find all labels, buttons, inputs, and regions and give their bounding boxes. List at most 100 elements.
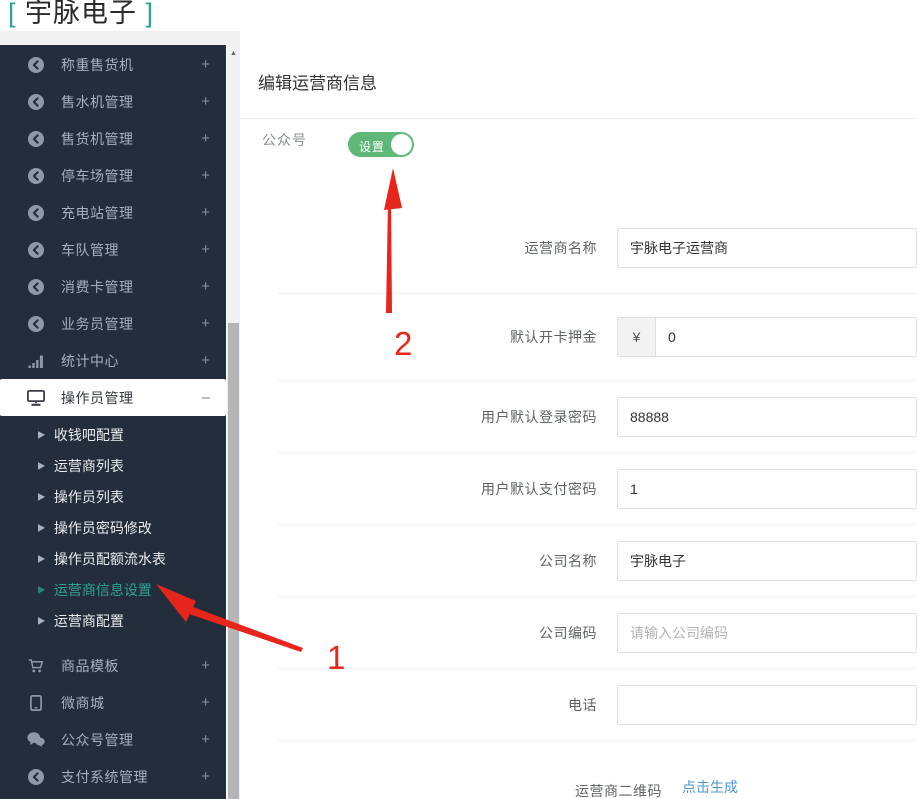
circle-chevron-icon: [26, 241, 46, 258]
default-login-password-input[interactable]: [617, 396, 917, 437]
sidebar-item-charging-station[interactable]: 充电站管理 +: [0, 194, 226, 231]
circle-chevron-icon: [26, 167, 46, 184]
sidebar-item-fleet[interactable]: 车队管理 +: [0, 231, 226, 268]
default-card-deposit-input[interactable]: [655, 317, 917, 357]
sidebar-item-label: 统计中心: [61, 352, 119, 369]
operator-name-label: 运营商名称: [524, 240, 597, 256]
operator-name-input[interactable]: [617, 228, 917, 268]
wechat-setup-toggle[interactable]: 设置: [348, 132, 414, 157]
sidebar-item-label: 称重售货机: [61, 56, 134, 73]
company-code-field: [617, 612, 917, 653]
circle-chevron-icon: [26, 278, 46, 295]
page-title: 编辑运营商信息: [258, 74, 377, 93]
cart-icon: [26, 658, 46, 674]
sidebar-subitem-operator-password[interactable]: ▶ 操作员密码修改: [0, 512, 226, 543]
sidebar-item-operator-manage[interactable]: 操作员管理 –: [0, 379, 226, 416]
sidebar-subitem-label: 操作员配额流水表: [53, 550, 166, 567]
sidebar-item-official-account[interactable]: 公众号管理 +: [0, 721, 226, 758]
expand-plus-icon: +: [201, 241, 210, 258]
caret-right-icon: ▶: [38, 614, 45, 626]
wechat-icon: [26, 732, 46, 747]
sidebar-item-water-vending[interactable]: 售水机管理 +: [0, 83, 226, 120]
sidebar-nav: 称重售货机 + 售水机管理 + 售货机管理 + 停车场管理 + 充电站管理 + 车队管理 + 消费卡管理…: [0, 45, 226, 795]
default-pay-password-label: 用户默认支付密码: [481, 480, 597, 497]
expand-plus-icon: +: [201, 204, 210, 221]
default-card-deposit-label: 默认开卡押金: [510, 329, 597, 345]
expand-plus-icon: +: [201, 352, 210, 369]
sidebar-subitem-operator-config[interactable]: ▶ 运营商配置: [0, 605, 226, 636]
scrollbar-up-icon[interactable]: ▲: [227, 45, 240, 61]
company-name-label: 公司名称: [539, 552, 597, 569]
currency-yen-addon: ¥: [617, 317, 655, 357]
caret-right-icon: ▶: [38, 521, 45, 533]
form-row-default-login-password: 用户默认登录密码: [278, 380, 917, 452]
sidebar-subitem-label: 运营商列表: [53, 457, 124, 474]
expand-plus-icon: +: [201, 315, 210, 332]
form-row-default-pay-password: 用户默认支付密码: [278, 452, 917, 524]
monitor-icon: [26, 389, 46, 406]
generate-qrcode-link[interactable]: 点击生成: [682, 777, 738, 797]
company-code-label: 公司编码: [539, 624, 597, 641]
sidebar-subitem-label: 收钱吧配置: [53, 426, 124, 443]
phone-icon: [26, 694, 46, 711]
sidebar-item-label: 业务员管理: [61, 315, 134, 332]
form-row-company-code: 公司编码: [278, 596, 917, 668]
circle-chevron-icon: [26, 315, 46, 332]
sidebar-item-label: 支付系统管理: [61, 768, 148, 785]
toggle-knob-icon: [391, 134, 412, 155]
toggle-label: 设置: [359, 140, 386, 154]
caret-right-icon: ▶: [38, 428, 45, 440]
app-page: [ 宇脉电子 ] 称重售货机 + 售水机管理 + 售货机管理 + 停车场管理 + 充电站管理 + 车…: [0, 0, 917, 799]
scrollbar-thumb[interactable]: [228, 323, 239, 799]
sidebar-item-payment-system[interactable]: 支付系统管理 +: [0, 758, 226, 795]
default-login-password-field: [617, 396, 917, 437]
company-code-input[interactable]: [617, 612, 917, 653]
form-row-phone: 电话: [278, 668, 917, 740]
circle-chevron-icon: [26, 768, 46, 785]
sidebar-item-label: 微商城: [61, 694, 105, 711]
circle-chevron-icon: [26, 204, 46, 221]
circle-chevron-icon: [26, 56, 46, 73]
title-divider: [240, 118, 917, 119]
sidebar-item-vending[interactable]: 售货机管理 +: [0, 120, 226, 157]
company-name-input[interactable]: [617, 540, 917, 581]
sidebar-item-parking[interactable]: 停车场管理 +: [0, 157, 226, 194]
bar-chart-icon: [26, 353, 46, 369]
caret-right-icon: ▶: [38, 583, 45, 595]
sidebar-subitem-label: 运营商配置: [53, 612, 124, 629]
operator-info-form: 运营商名称默认开卡押金 ¥ 用户默认登录密码用户默认支付密码公司名称公司编码电话运营…: [278, 203, 917, 799]
default-login-password-label: 用户默认登录密码: [481, 408, 597, 425]
sidebar-item-goods-template[interactable]: 商品模板 +: [0, 647, 226, 684]
caret-right-icon: ▶: [38, 490, 45, 502]
header-divider: [0, 31, 240, 45]
sidebar-item-label: 商品模板: [61, 657, 119, 674]
sidebar-item-salesman[interactable]: 业务员管理 +: [0, 305, 226, 342]
sidebar-subitem-operator-info-setting[interactable]: ▶ 运营商信息设置: [0, 574, 226, 605]
sidebar-item-label: 停车场管理: [61, 167, 134, 184]
form-row-operator-qrcode: 运营商二维码 点击生成: [278, 740, 917, 799]
sidebar-item-weighing-vending[interactable]: 称重售货机 +: [0, 46, 226, 83]
expand-plus-icon: +: [201, 657, 210, 674]
sidebar-subitem-shouqianba-config[interactable]: ▶ 收钱吧配置: [0, 419, 226, 450]
caret-right-icon: ▶: [38, 552, 45, 564]
expand-plus-icon: +: [201, 130, 210, 147]
sidebar-subitem-operator-quota-flow[interactable]: ▶ 操作员配额流水表: [0, 543, 226, 574]
collapse-minus-icon: –: [201, 389, 210, 406]
brand-logo-text: [ 宇脉电子 ]: [8, 0, 155, 28]
sidebar-item-label: 操作员管理: [61, 389, 134, 406]
expand-plus-icon: +: [201, 93, 210, 110]
sidebar-subitem-operator-company-list[interactable]: ▶ 运营商列表: [0, 450, 226, 481]
sidebar-item-micro-mall[interactable]: 微商城 +: [0, 684, 226, 721]
sidebar-subitem-operator-list[interactable]: ▶ 操作员列表: [0, 481, 226, 512]
default-pay-password-input[interactable]: [617, 468, 917, 509]
phone-field: [617, 684, 917, 725]
phone-input[interactable]: [617, 684, 917, 725]
expand-plus-icon: +: [201, 56, 210, 73]
default-pay-password-field: [617, 468, 917, 509]
sidebar-scrollbar[interactable]: ▲: [227, 45, 240, 799]
sidebar-item-statistics[interactable]: 统计中心 +: [0, 342, 226, 379]
sidebar-item-consume-card[interactable]: 消费卡管理 +: [0, 268, 226, 305]
sidebar-item-label: 车队管理: [61, 241, 119, 258]
expand-plus-icon: +: [201, 167, 210, 184]
default-card-deposit-field: ¥: [617, 317, 917, 357]
